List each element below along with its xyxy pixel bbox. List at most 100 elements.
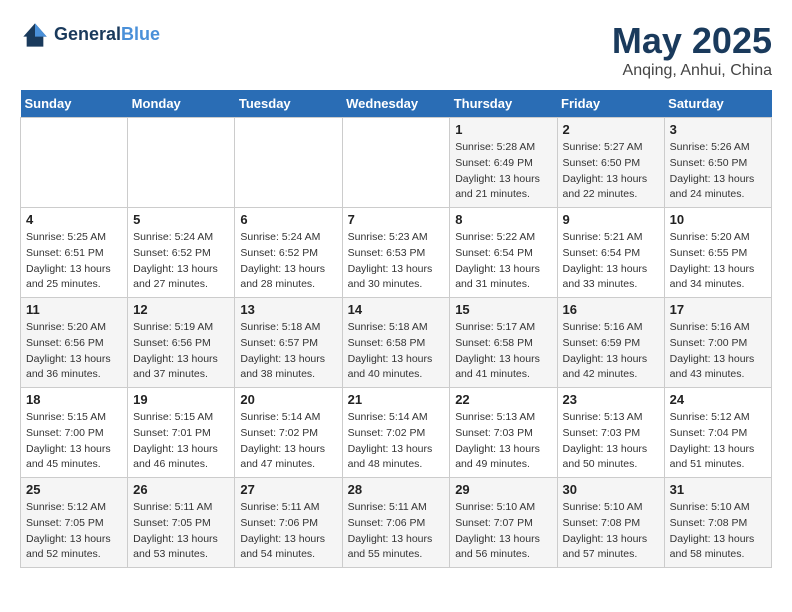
calendar-cell: 28 Sunrise: 5:11 AMSunset: 7:06 PMDayligh… <box>342 478 450 568</box>
day-info: Sunrise: 5:26 AMSunset: 6:50 PMDaylight:… <box>670 140 766 203</box>
calendar-cell: 17Sunrise: 5:16 AMSunset: 7:00 PMDayligh… <box>664 298 771 388</box>
day-info: Sunrise: 5:19 AMSunset: 6:56 PMDaylight:… <box>133 320 229 383</box>
calendar-cell: 10 Sunrise: 5:20 AMSunset: 6:55 PMDayligh… <box>664 208 771 298</box>
day-info: Sunrise: 5:14 AMSunset: 7:02 PMDaylight:… <box>348 410 445 473</box>
calendar-cell <box>128 118 235 208</box>
calendar-cell: 6 Sunrise: 5:24 AMSunset: 6:52 PMDaylight… <box>235 208 342 298</box>
day-number: 4 <box>26 212 122 227</box>
calendar-cell: 29 Sunrise: 5:10 AMSunset: 7:07 PMDayligh… <box>450 478 557 568</box>
day-number: 10 <box>670 212 766 227</box>
calendar-cell <box>235 118 342 208</box>
day-number: 3 <box>670 122 766 137</box>
day-info: Sunrise: 5:22 AMSunset: 6:54 PMDaylight:… <box>455 230 551 293</box>
day-number: 7 <box>348 212 445 227</box>
day-info: Sunrise: 5:28 AMSunset: 6:49 PMDaylight:… <box>455 140 551 203</box>
day-number: 5 <box>133 212 229 227</box>
calendar-cell: 20 Sunrise: 5:14 AMSunset: 7:02 PMDayligh… <box>235 388 342 478</box>
calendar-cell: 22Sunrise: 5:13 AMSunset: 7:03 PMDayligh… <box>450 388 557 478</box>
day-number: 16 <box>563 302 659 317</box>
day-info: Sunrise: 5:18 AMSunset: 6:57 PMDaylight:… <box>240 320 336 383</box>
calendar-cell: 24 Sunrise: 5:12 AMSunset: 7:04 PMDayligh… <box>664 388 771 478</box>
day-number: 1 <box>455 122 551 137</box>
calendar-cell: 2 Sunrise: 5:27 AMSunset: 6:50 PMDaylight… <box>557 118 664 208</box>
week-row-5: 25Sunrise: 5:12 AMSunset: 7:05 PMDayligh… <box>21 478 772 568</box>
day-header-saturday: Saturday <box>664 90 771 118</box>
day-header-sunday: Sunday <box>21 90 128 118</box>
calendar-cell: 12 Sunrise: 5:19 AMSunset: 6:56 PMDayligh… <box>128 298 235 388</box>
day-info: Sunrise: 5:16 AMSunset: 7:00 PMDaylight:… <box>670 320 766 383</box>
calendar-cell: 18 Sunrise: 5:15 AMSunset: 7:00 PMDayligh… <box>21 388 128 478</box>
day-info: Sunrise: 5:21 AMSunset: 6:54 PMDaylight:… <box>563 230 659 293</box>
day-info: Sunrise: 5:11 AMSunset: 7:06 PMDaylight:… <box>348 500 445 563</box>
day-number: 6 <box>240 212 336 227</box>
day-info: Sunrise: 5:27 AMSunset: 6:50 PMDaylight:… <box>563 140 659 203</box>
calendar-header: SundayMondayTuesdayWednesdayThursdayFrid… <box>21 90 772 118</box>
day-info: Sunrise: 5:24 AMSunset: 6:52 PMDaylight:… <box>240 230 336 293</box>
logo-text: GeneralBlue <box>54 25 160 45</box>
calendar-cell <box>342 118 450 208</box>
day-info: Sunrise: 5:20 AMSunset: 6:55 PMDaylight:… <box>670 230 766 293</box>
day-header-thursday: Thursday <box>450 90 557 118</box>
day-info: Sunrise: 5:13 AMSunset: 7:03 PMDaylight:… <box>455 410 551 473</box>
week-row-4: 18 Sunrise: 5:15 AMSunset: 7:00 PMDayligh… <box>21 388 772 478</box>
day-info: Sunrise: 5:17 AMSunset: 6:58 PMDaylight:… <box>455 320 551 383</box>
calendar-cell: 7 Sunrise: 5:23 AMSunset: 6:53 PMDaylight… <box>342 208 450 298</box>
day-info: Sunrise: 5:11 AMSunset: 7:06 PMDaylight:… <box>240 500 336 563</box>
day-number: 26 <box>133 482 229 497</box>
week-row-3: 11Sunrise: 5:20 AMSunset: 6:56 PMDayligh… <box>21 298 772 388</box>
day-info: Sunrise: 5:23 AMSunset: 6:53 PMDaylight:… <box>348 230 445 293</box>
calendar-cell: 19 Sunrise: 5:15 AMSunset: 7:01 PMDayligh… <box>128 388 235 478</box>
calendar-cell: 15Sunrise: 5:17 AMSunset: 6:58 PMDayligh… <box>450 298 557 388</box>
day-number: 27 <box>240 482 336 497</box>
calendar-cell: 8Sunrise: 5:22 AMSunset: 6:54 PMDaylight… <box>450 208 557 298</box>
calendar-cell: 30 Sunrise: 5:10 AMSunset: 7:08 PMDayligh… <box>557 478 664 568</box>
day-number: 24 <box>670 392 766 407</box>
day-number: 11 <box>26 302 122 317</box>
day-number: 13 <box>240 302 336 317</box>
day-number: 2 <box>563 122 659 137</box>
calendar-cell: 21Sunrise: 5:14 AMSunset: 7:02 PMDayligh… <box>342 388 450 478</box>
day-header-tuesday: Tuesday <box>235 90 342 118</box>
day-number: 29 <box>455 482 551 497</box>
calendar-cell: 9Sunrise: 5:21 AMSunset: 6:54 PMDaylight… <box>557 208 664 298</box>
day-header-monday: Monday <box>128 90 235 118</box>
day-number: 18 <box>26 392 122 407</box>
calendar-cell: 27 Sunrise: 5:11 AMSunset: 7:06 PMDayligh… <box>235 478 342 568</box>
calendar-cell: 26 Sunrise: 5:11 AMSunset: 7:05 PMDayligh… <box>128 478 235 568</box>
day-header-friday: Friday <box>557 90 664 118</box>
day-number: 20 <box>240 392 336 407</box>
day-info: Sunrise: 5:12 AMSunset: 7:04 PMDaylight:… <box>670 410 766 473</box>
calendar-cell: 5 Sunrise: 5:24 AMSunset: 6:52 PMDaylight… <box>128 208 235 298</box>
day-info: Sunrise: 5:11 AMSunset: 7:05 PMDaylight:… <box>133 500 229 563</box>
day-info: Sunrise: 5:15 AMSunset: 7:00 PMDaylight:… <box>26 410 122 473</box>
day-header-wednesday: Wednesday <box>342 90 450 118</box>
logo: GeneralBlue <box>20 20 160 50</box>
day-info: Sunrise: 5:10 AMSunset: 7:07 PMDaylight:… <box>455 500 551 563</box>
day-info: Sunrise: 5:16 AMSunset: 6:59 PMDaylight:… <box>563 320 659 383</box>
calendar-cell: 11Sunrise: 5:20 AMSunset: 6:56 PMDayligh… <box>21 298 128 388</box>
logo-icon <box>20 20 50 50</box>
day-info: Sunrise: 5:25 AMSunset: 6:51 PMDaylight:… <box>26 230 122 293</box>
day-number: 12 <box>133 302 229 317</box>
day-number: 14 <box>348 302 445 317</box>
week-row-2: 4 Sunrise: 5:25 AMSunset: 6:51 PMDaylight… <box>21 208 772 298</box>
title-block: May 2025 Anqing, Anhui, China <box>612 20 772 80</box>
calendar-cell: 23Sunrise: 5:13 AMSunset: 7:03 PMDayligh… <box>557 388 664 478</box>
day-info: Sunrise: 5:24 AMSunset: 6:52 PMDaylight:… <box>133 230 229 293</box>
day-info: Sunrise: 5:10 AMSunset: 7:08 PMDaylight:… <box>670 500 766 563</box>
day-info: Sunrise: 5:15 AMSunset: 7:01 PMDaylight:… <box>133 410 229 473</box>
subtitle: Anqing, Anhui, China <box>612 62 772 80</box>
day-number: 28 <box>348 482 445 497</box>
day-number: 30 <box>563 482 659 497</box>
calendar-cell: 31Sunrise: 5:10 AMSunset: 7:08 PMDayligh… <box>664 478 771 568</box>
day-info: Sunrise: 5:14 AMSunset: 7:02 PMDaylight:… <box>240 410 336 473</box>
day-info: Sunrise: 5:10 AMSunset: 7:08 PMDaylight:… <box>563 500 659 563</box>
day-number: 19 <box>133 392 229 407</box>
calendar-table: SundayMondayTuesdayWednesdayThursdayFrid… <box>20 90 772 568</box>
day-number: 25 <box>26 482 122 497</box>
calendar-cell: 1 Sunrise: 5:28 AMSunset: 6:49 PMDaylight… <box>450 118 557 208</box>
page-header: GeneralBlue May 2025 Anqing, Anhui, Chin… <box>20 20 772 80</box>
calendar-cell: 13 Sunrise: 5:18 AMSunset: 6:57 PMDayligh… <box>235 298 342 388</box>
day-number: 23 <box>563 392 659 407</box>
calendar-cell <box>21 118 128 208</box>
